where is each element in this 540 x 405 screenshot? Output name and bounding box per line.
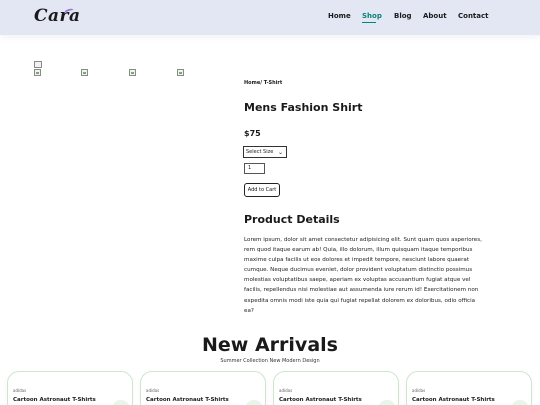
thumbnail-image-4[interactable] — [177, 69, 184, 76]
thumbnail-image-2[interactable] — [81, 69, 88, 76]
card-brand: adidas — [146, 388, 160, 393]
product-details-heading: Product Details — [244, 213, 340, 226]
add-to-cart-button[interactable]: Add to Cart — [244, 183, 280, 197]
main-product-image — [34, 61, 42, 68]
nav-shop[interactable]: Shop — [362, 12, 382, 20]
card-name: Cartoon Astronaut T-Shirts — [412, 397, 495, 403]
product-card[interactable]: adidas Cartoon Astronaut T-Shirts — [140, 371, 266, 405]
nav-about[interactable]: About — [423, 12, 447, 20]
card-name: Cartoon Astronaut T-Shirts — [146, 397, 229, 403]
quantity-input[interactable]: 1 — [244, 163, 265, 174]
nav-contact[interactable]: Contact — [458, 12, 489, 20]
card-name: Cartoon Astronaut T-Shirts — [13, 397, 96, 403]
size-select[interactable]: Select Size ⌄ — [243, 146, 287, 158]
cart-icon[interactable] — [378, 400, 396, 405]
card-name: Cartoon Astronaut T-Shirts — [279, 397, 362, 403]
cart-icon[interactable] — [245, 400, 263, 405]
thumbnail-image-1[interactable] — [34, 69, 41, 76]
size-select-value: Select Size — [246, 149, 274, 155]
product-details-text: Lorem ipsum, dolor sit amet consectetur … — [244, 237, 482, 314]
breadcrumb: Home/ T-Shirt — [244, 80, 283, 86]
card-brand: adidas — [412, 388, 426, 393]
product-price: $75 — [244, 129, 261, 138]
new-arrivals-heading: New Arrivals — [202, 334, 338, 356]
site-header: Cara Home Shop Blog About Contact — [0, 0, 540, 35]
cart-icon[interactable] — [511, 400, 529, 405]
chevron-down-icon: ⌄ — [277, 149, 283, 156]
thumbnail-image-3[interactable] — [129, 69, 136, 76]
card-brand: adidas — [13, 388, 27, 393]
nav-home[interactable]: Home — [328, 12, 351, 20]
cart-icon[interactable] — [112, 400, 130, 405]
product-card[interactable]: adidas Cartoon Astronaut T-Shirts — [406, 371, 532, 405]
new-arrivals-subtitle: Summer Collection New Modern Design — [220, 358, 320, 364]
product-card[interactable]: adidas Cartoon Astronaut T-Shirts — [7, 371, 133, 405]
card-brand: adidas — [279, 388, 293, 393]
product-card[interactable]: adidas Cartoon Astronaut T-Shirts — [273, 371, 399, 405]
nav-blog[interactable]: Blog — [394, 12, 412, 20]
nav-active-underline — [362, 22, 376, 23]
product-title: Mens Fashion Shirt — [244, 101, 363, 114]
